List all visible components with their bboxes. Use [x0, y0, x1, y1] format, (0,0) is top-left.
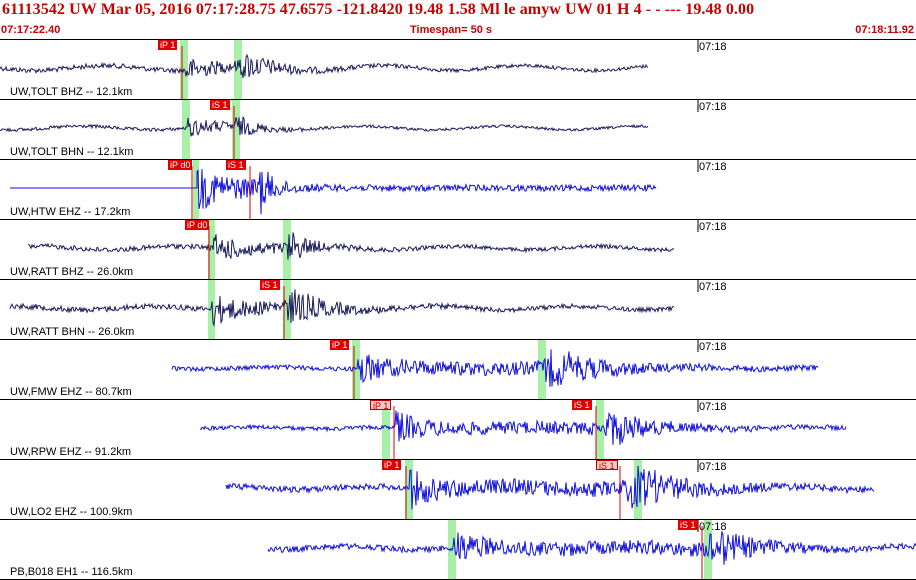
station-channel-label: UW,FMW EHZ -- 80.7km: [10, 386, 132, 398]
station-channel-label: UW,RATT BHZ -- 26.0km: [10, 266, 134, 278]
phase-pick-label[interactable]: iS 1: [596, 460, 618, 471]
time-tick-label: 07:18: [699, 341, 727, 353]
seismogram-panel[interactable]: iP d0 07:18 UW,RATT BHZ -- 26.0km: [0, 219, 916, 279]
phase-pick-label[interactable]: iP 1: [158, 40, 178, 50]
seismogram-panel[interactable]: iP d0 iS 1 07:18 UW,HTW EHZ -- 17.2km: [0, 159, 916, 219]
waveform-plot[interactable]: [0, 40, 916, 99]
waveform-plot[interactable]: [0, 100, 916, 159]
timespan-label: Timespan= 50 s: [410, 24, 493, 36]
phase-pick-label[interactable]: iP d0: [168, 160, 193, 170]
seismogram-panel[interactable]: iS 1 07:18 PB,B018 EH1 -- 116.5km: [0, 519, 916, 579]
waveform-trace: [0, 116, 649, 137]
time-range-bar: 07:17:22.40 Timespan= 50 s 07:18:11.92: [0, 24, 916, 38]
phase-pick-label[interactable]: iS 1: [260, 280, 280, 290]
waveform-trace: [267, 531, 916, 565]
waveform-plot[interactable]: [0, 400, 916, 459]
phase-pick-label[interactable]: iP 1: [330, 340, 350, 350]
phase-pick-label[interactable]: iS 1: [210, 100, 230, 110]
end-time: 07:18:11.92: [855, 24, 914, 36]
seismogram-panel[interactable]: iP 1 07:18 UW,FMW EHZ -- 80.7km: [0, 339, 916, 399]
waveform-plot[interactable]: [0, 460, 916, 519]
arrival-window: [232, 100, 240, 159]
seismogram-panel[interactable]: iP 1 iS 1 07:18 UW,RPW EHZ -- 91.2km: [0, 399, 916, 459]
seismogram-panel[interactable]: iS 1 07:18 UW,TOLT BHN -- 12.1km: [0, 99, 916, 159]
time-tick-label: 07:18: [699, 161, 727, 173]
start-time: 07:17:22.40: [1, 24, 61, 36]
station-channel-label: UW,LO2 EHZ -- 100.9km: [10, 506, 133, 518]
station-channel-label: UW,TOLT BHZ -- 12.1km: [10, 86, 133, 98]
waveform-trace: [225, 465, 875, 510]
time-tick-label: 07:18: [699, 281, 727, 293]
station-channel-label: PB,B018 EH1 -- 116.5km: [10, 566, 133, 578]
time-tick-label: 07:18: [699, 461, 727, 473]
phase-pick-label[interactable]: iS 1: [572, 400, 592, 410]
waveform-trace: [171, 349, 819, 387]
seismogram-panel[interactable]: iP 1 iS 1 07:18 UW,LO2 EHZ -- 100.9km: [0, 459, 916, 519]
time-tick-label: 07:18: [699, 41, 727, 53]
station-channel-label: UW,RATT BHN -- 26.0km: [10, 326, 135, 338]
station-channel-label: UW,RPW EHZ -- 91.2km: [10, 446, 132, 458]
waveform-trace: [0, 53, 649, 79]
time-tick-label: 07:18: [699, 521, 727, 533]
arrival-window: [538, 340, 546, 399]
waveform-trace: [199, 410, 847, 445]
waveform-plot[interactable]: [0, 160, 916, 219]
phase-pick-label[interactable]: iP 1: [370, 400, 392, 411]
time-tick-label: 07:18: [699, 401, 727, 413]
waveform-plot[interactable]: [0, 340, 916, 399]
waveform-trace: [27, 232, 674, 260]
waveform-plot[interactable]: [0, 520, 916, 579]
waveform-trace: [9, 289, 675, 328]
waveform-plot[interactable]: [0, 280, 916, 339]
seismogram-panel[interactable]: iS 1 07:18 UW,RATT BHN -- 26.0km: [0, 279, 916, 339]
station-channel-label: UW,HTW EHZ -- 17.2km: [10, 206, 131, 218]
station-channel-label: UW,TOLT BHN -- 12.1km: [10, 146, 134, 158]
time-tick-label: 07:18: [699, 221, 727, 233]
event-summary-title: 61113542 UW Mar 05, 2016 07:17:28.75 47.…: [2, 1, 755, 18]
time-tick-label: 07:18: [699, 101, 727, 113]
seismogram-panel[interactable]: iP 1 07:18 UW,TOLT BHZ -- 12.1km: [0, 39, 916, 99]
waveform-plot[interactable]: [0, 220, 916, 279]
arrival-window: [182, 100, 190, 159]
phase-pick-label[interactable]: iP d0: [185, 220, 210, 230]
phase-pick-label[interactable]: iS 1: [678, 520, 698, 530]
phase-pick-label[interactable]: iS 1: [226, 160, 246, 170]
phase-pick-label[interactable]: iP 1: [382, 460, 402, 470]
